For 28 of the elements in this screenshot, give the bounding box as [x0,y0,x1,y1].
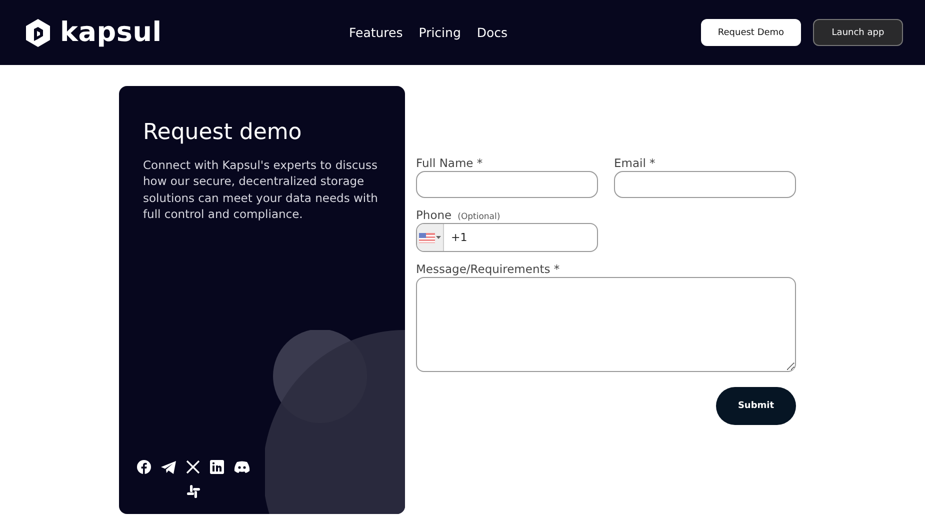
caret-icon [436,236,441,239]
facebook-icon[interactable] [136,460,150,474]
optional-hint: (Optional) [458,212,500,222]
x-icon[interactable] [186,460,200,474]
launch-app-button[interactable]: Launch app [813,19,903,46]
linkedin-icon[interactable] [210,460,224,474]
field-label: Full Name * [416,156,484,170]
field-label: Message/Requirements * [416,262,561,276]
full-name-field[interactable] [416,171,598,198]
telegram-icon[interactable] [160,460,176,474]
submit-button[interactable]: Submit [716,387,796,425]
logo-icon [24,18,52,48]
card-title: Request demo [143,120,303,145]
field-label: Email * [614,156,656,170]
logo-text[interactable]: kapsul [60,17,162,48]
discord-icon[interactable] [234,461,250,473]
email-field[interactable] [614,171,796,198]
message-field[interactable] [416,277,796,372]
nav-link[interactable]: Pricing [418,25,461,40]
country-picker[interactable] [417,224,444,251]
phone-value: +1 [450,231,468,244]
field-label: Phone [416,208,452,222]
request-demo-button[interactable]: Request Demo [701,19,801,46]
phone-field[interactable]: +1 [416,223,598,252]
nav-link[interactable]: Features [349,25,403,40]
card-description: Connect with Kapsul's experts to discuss how our secure, decentralized storage solutions can meet your data needs with full control and compliance. [143,157,379,222]
nav-link[interactable]: Docs [476,25,508,40]
flag-icon [419,232,435,242]
